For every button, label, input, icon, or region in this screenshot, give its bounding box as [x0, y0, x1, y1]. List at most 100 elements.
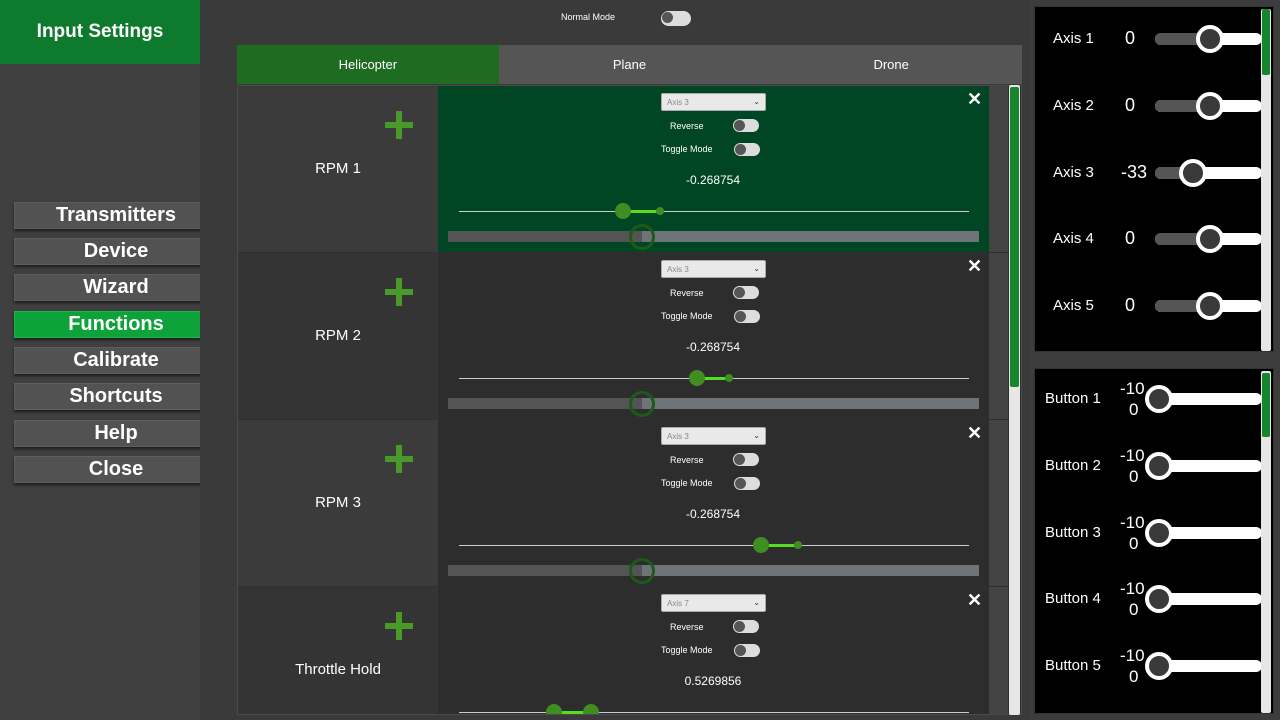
range-slider-knob[interactable] — [629, 391, 655, 417]
nav-help-button[interactable]: Help — [14, 420, 218, 447]
button-label: Button 2 — [1045, 457, 1101, 474]
reverse-label: Reverse — [670, 288, 704, 298]
plus-icon[interactable] — [385, 445, 413, 473]
button-row: Button 1 -10 0 — [1035, 379, 1262, 419]
toggle-mode-toggle[interactable] — [734, 143, 760, 156]
button-value-top: -10 — [1120, 379, 1145, 398]
toggle-mode-label: Toggle Mode — [661, 311, 713, 321]
button-slider-knob[interactable] — [1145, 652, 1173, 680]
function-settings: Axis 3 ⌄ Reverse Toggle Mode -0.268754 ✕ — [438, 86, 989, 252]
axis-slider-knob[interactable] — [1179, 159, 1207, 187]
button-slider-knob[interactable] — [1145, 519, 1173, 547]
plus-icon[interactable] — [385, 278, 413, 306]
range-slider[interactable] — [448, 224, 979, 250]
nav-shortcuts-button[interactable]: Shortcuts — [14, 383, 218, 410]
button-slider[interactable] — [1145, 452, 1262, 480]
toggle-mode-toggle[interactable] — [734, 310, 760, 323]
function-list-scrollbar[interactable] — [1009, 85, 1020, 715]
button-panel-scrollbar[interactable] — [1261, 371, 1271, 713]
axis-value: 0 — [1125, 95, 1136, 115]
button-slider[interactable] — [1145, 519, 1262, 547]
nav-close-button[interactable]: Close — [14, 456, 218, 483]
button-slider-knob[interactable] — [1145, 585, 1173, 613]
reverse-toggle[interactable] — [733, 453, 759, 466]
scrollbar-thumb[interactable] — [1262, 9, 1270, 75]
range-slider[interactable] — [448, 391, 979, 417]
button-row: Button 4 -10 0 — [1035, 579, 1262, 619]
close-icon[interactable]: ✕ — [967, 89, 982, 110]
function-row-rpm-1: RPM 1 Axis 3 ⌄ Reverse Toggle Mode -0.268… — [238, 86, 1010, 252]
output-point-main — [615, 203, 631, 219]
reverse-toggle[interactable] — [733, 286, 759, 299]
range-slider[interactable] — [448, 558, 979, 584]
axis-slider-knob[interactable] — [1196, 25, 1224, 53]
axis-slider[interactable] — [1155, 292, 1262, 320]
close-icon[interactable]: ✕ — [967, 423, 982, 444]
nav-functions-button[interactable]: Functions — [14, 311, 218, 338]
chevron-down-icon: ⌄ — [753, 264, 760, 273]
tab-drone[interactable]: Drone — [760, 45, 1023, 84]
axis-select-value: Axis 3 — [667, 265, 689, 274]
range-slider-fill — [448, 398, 642, 409]
output-point-end — [794, 541, 802, 549]
tab-plane[interactable]: Plane — [498, 45, 761, 84]
button-slider[interactable] — [1145, 652, 1262, 680]
axis-row: Axis 2 0 — [1035, 86, 1262, 126]
reverse-toggle[interactable] — [733, 620, 759, 633]
axis-value: 0 — [1125, 228, 1136, 248]
sidebar: Input Settings Transmitters Device Wizar… — [0, 0, 218, 720]
toggle-mode-toggle[interactable] — [734, 644, 760, 657]
function-name: RPM 1 — [315, 160, 361, 177]
scrollbar-thumb[interactable] — [1262, 373, 1270, 437]
range-slider-knob[interactable] — [629, 224, 655, 250]
axis-select[interactable]: Axis 3 ⌄ — [661, 260, 766, 278]
axis-slider-knob[interactable] — [1196, 92, 1224, 120]
axis-slider[interactable] — [1155, 92, 1262, 120]
axis-select[interactable]: Axis 3 ⌄ — [661, 93, 766, 111]
plus-icon[interactable] — [385, 111, 413, 139]
axis-slider[interactable] — [1155, 159, 1262, 187]
function-list: RPM 1 Axis 3 ⌄ Reverse Toggle Mode -0.268… — [237, 85, 1022, 715]
reverse-label: Reverse — [670, 121, 704, 131]
range-slider-fill — [448, 231, 642, 242]
button-value-bottom: 0 — [1129, 400, 1139, 419]
button-slider[interactable] — [1145, 385, 1262, 413]
button-label: Button 4 — [1045, 590, 1101, 607]
function-header: RPM 1 — [238, 86, 438, 252]
function-value: -0.268754 — [685, 507, 741, 521]
nav-transmitters-button[interactable]: Transmitters — [14, 202, 218, 229]
axis-select[interactable]: Axis 7 ⌄ — [661, 594, 766, 612]
output-point-main — [753, 537, 769, 553]
toggle-mode-toggle[interactable] — [734, 477, 760, 490]
nav-device-button[interactable]: Device — [14, 238, 218, 265]
output-point-main — [546, 704, 562, 714]
axis-panel-scrollbar[interactable] — [1261, 9, 1271, 351]
button-slider[interactable] — [1145, 585, 1262, 613]
normal-mode-toggle[interactable] — [661, 11, 691, 26]
axis-slider-knob[interactable] — [1196, 225, 1224, 253]
axis-slider[interactable] — [1155, 225, 1262, 253]
close-icon[interactable]: ✕ — [967, 590, 982, 611]
toggle-mode-label: Toggle Mode — [661, 144, 713, 154]
tab-helicopter[interactable]: Helicopter — [237, 45, 499, 84]
axis-select[interactable]: Axis 3 ⌄ — [661, 427, 766, 445]
close-icon[interactable]: ✕ — [967, 256, 982, 277]
toggle-mode-label: Toggle Mode — [661, 645, 713, 655]
function-value: -0.268754 — [685, 173, 741, 187]
range-slider-knob[interactable] — [629, 558, 655, 584]
scrollbar-thumb[interactable] — [1010, 87, 1019, 387]
axis-slider[interactable] — [1155, 25, 1262, 53]
axis-value: 0 — [1125, 295, 1136, 315]
output-line — [459, 712, 969, 713]
reverse-toggle[interactable] — [733, 119, 759, 132]
axis-row: Axis 1 0 — [1035, 19, 1262, 59]
axis-row: Axis 4 0 — [1035, 219, 1262, 259]
button-slider-knob[interactable] — [1145, 452, 1173, 480]
nav-wizard-button[interactable]: Wizard — [14, 274, 218, 301]
button-slider-knob[interactable] — [1145, 385, 1173, 413]
axis-monitor-panel: Axis 1 0 Axis 2 0 Axis 3 -33 Axis 4 0 Ax… — [1034, 6, 1274, 352]
function-row-rpm-2: RPM 2 Axis 3 ⌄ Reverse Toggle Mode -0.268… — [238, 253, 1010, 419]
nav-calibrate-button[interactable]: Calibrate — [14, 347, 218, 374]
plus-icon[interactable] — [385, 612, 413, 640]
axis-slider-knob[interactable] — [1196, 292, 1224, 320]
